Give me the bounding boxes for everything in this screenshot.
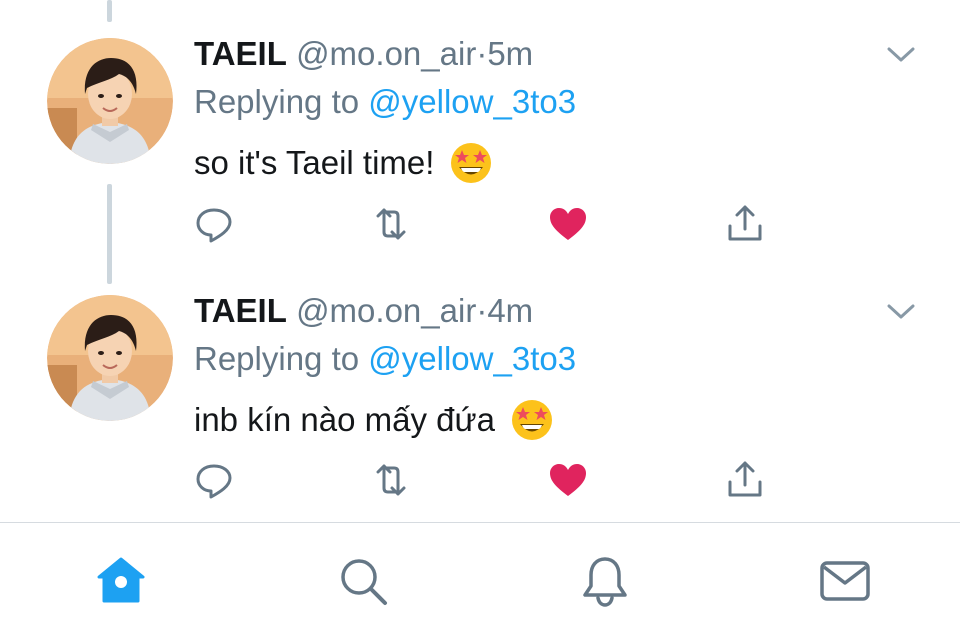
replying-to-label: Replying to — [194, 340, 360, 377]
retweet-icon[interactable] — [369, 202, 413, 246]
tweet[interactable]: TAEIL @mo.on_air·4m Replying to @yellow_… — [0, 258, 960, 516]
reply-icon[interactable] — [192, 202, 236, 246]
tweet[interactable]: TAEIL @mo.on_air·5m Replying to @yellow_… — [0, 0, 960, 258]
like-icon[interactable] — [546, 202, 590, 246]
replying-to-label: Replying to — [194, 83, 360, 120]
messages-icon[interactable] — [817, 553, 873, 609]
author-name[interactable]: TAEIL — [194, 35, 287, 72]
separator-dot: · — [476, 292, 488, 329]
tweet-text-content: so it's Taeil time! — [194, 144, 435, 181]
share-icon[interactable] — [723, 202, 767, 246]
star-struck-emoji — [451, 143, 492, 183]
reply-mention-link[interactable]: @yellow_3to3 — [368, 340, 576, 377]
tweet-text-content: inb kín nào mấy đứa — [194, 401, 495, 438]
tweet-header: TAEIL @mo.on_air·5m — [194, 34, 533, 74]
tweet-text: so it's Taeil time! — [194, 140, 494, 186]
replying-to: Replying to @yellow_3to3 — [194, 339, 576, 379]
avatar[interactable] — [47, 295, 173, 421]
retweet-icon[interactable] — [369, 458, 413, 502]
author-handle[interactable]: @mo.on_air — [296, 292, 476, 329]
author-name[interactable]: TAEIL — [194, 292, 287, 329]
replying-to: Replying to @yellow_3to3 — [194, 82, 576, 122]
chevron-down-icon[interactable] — [884, 44, 918, 66]
reply-mention-link[interactable]: @yellow_3to3 — [368, 83, 576, 120]
timestamp[interactable]: 5m — [487, 35, 533, 72]
tweet-header: TAEIL @mo.on_air·4m — [194, 291, 533, 331]
bottom-tab-bar — [0, 523, 960, 636]
star-struck-emoji — [511, 400, 552, 440]
author-handle[interactable]: @mo.on_air — [296, 35, 476, 72]
separator-dot: · — [476, 35, 488, 72]
notifications-icon[interactable] — [577, 553, 633, 609]
like-icon[interactable] — [546, 458, 590, 502]
home-icon[interactable] — [93, 553, 149, 609]
chevron-down-icon[interactable] — [884, 301, 918, 323]
avatar[interactable] — [47, 38, 173, 164]
tweet-text: inb kín nào mấy đứa — [194, 397, 555, 443]
reply-icon[interactable] — [192, 458, 236, 502]
timestamp[interactable]: 4m — [487, 292, 533, 329]
search-icon[interactable] — [335, 553, 391, 609]
share-icon[interactable] — [723, 458, 767, 502]
tweet-thread-screen: TAEIL @mo.on_air·5m Replying to @yellow_… — [0, 0, 960, 636]
